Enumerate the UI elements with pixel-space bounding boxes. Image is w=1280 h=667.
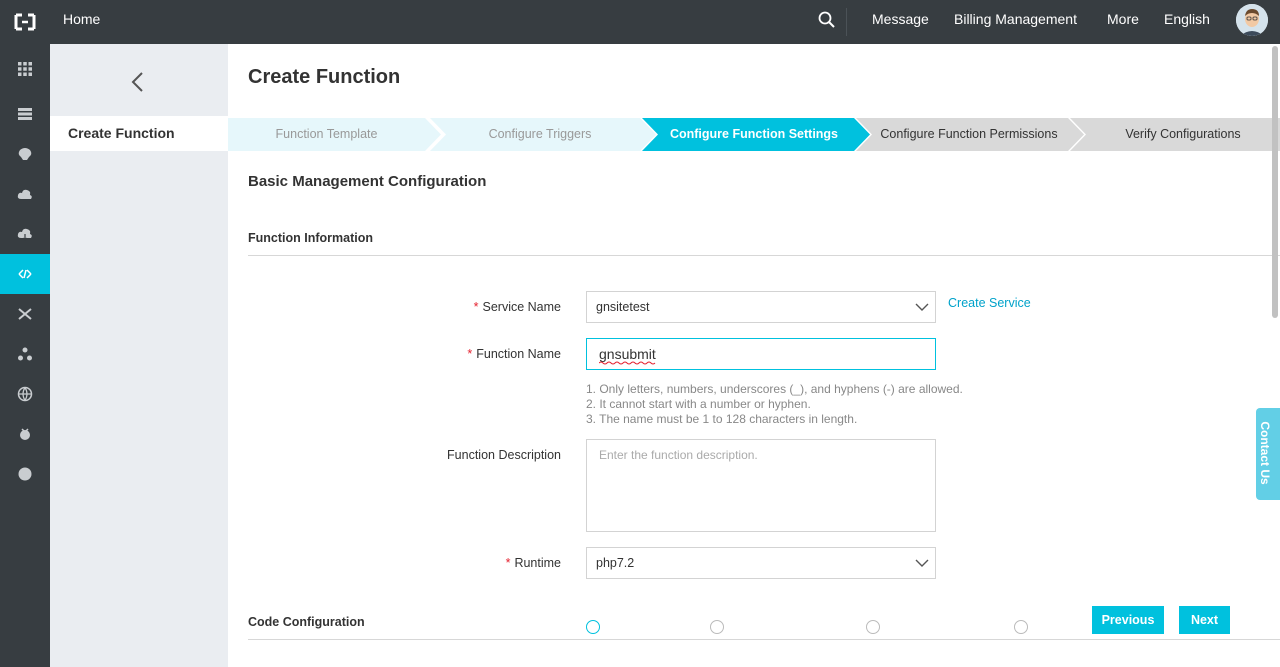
previous-button[interactable]: Previous — [1092, 606, 1164, 634]
step-configure-function-permissions[interactable]: Configure Function Permissions — [864, 118, 1074, 151]
scrollbar-thumb[interactable] — [1272, 46, 1278, 318]
message-link[interactable]: Message — [872, 0, 929, 38]
function-description-textarea[interactable]: Enter the function description. — [586, 439, 936, 532]
secondary-sidebar: Create Function — [50, 44, 228, 667]
shuffle-icon — [18, 308, 32, 320]
circle-icon — [18, 467, 32, 481]
divider — [248, 639, 1280, 640]
search-icon[interactable] — [817, 10, 837, 30]
brain-icon — [18, 148, 32, 160]
function-name-value: gnsubmit — [599, 346, 656, 362]
rail-item-shuffle[interactable] — [0, 294, 50, 334]
function-name-hint-3: 3. The name must be 1 to 128 characters … — [586, 412, 858, 426]
home-link[interactable]: Home — [63, 0, 100, 38]
rail-item-ai[interactable] — [0, 134, 50, 174]
code-configuration-title: Code Configuration — [248, 615, 365, 629]
rail-item-globe[interactable] — [0, 374, 50, 414]
rail-item-server[interactable] — [0, 94, 50, 134]
rail-item-bug[interactable] — [0, 414, 50, 454]
code-source-radio[interactable] — [1014, 620, 1028, 634]
service-name-label: * Service Name — [473, 300, 561, 314]
top-bar: Home Message Billing Management More Eng… — [0, 0, 1280, 44]
contact-us-tab[interactable]: Contact Us — [1256, 408, 1280, 500]
grid-icon — [18, 62, 32, 76]
rail-item-cluster[interactable] — [0, 334, 50, 374]
rail-item-cloud[interactable] — [0, 174, 50, 214]
function-name-label: * Function Name — [467, 347, 561, 361]
server-icon — [18, 108, 32, 120]
rail-item-circle[interactable] — [0, 454, 50, 494]
function-information-title: Function Information — [248, 231, 373, 245]
bug-icon — [20, 428, 30, 440]
function-description-label: Function Description — [447, 448, 561, 462]
language-menu[interactable]: English — [1164, 0, 1210, 38]
rail-item-cloud-storage[interactable] — [0, 214, 50, 254]
cluster-icon — [18, 347, 32, 361]
code-source-radio[interactable] — [710, 620, 724, 634]
function-compute-icon — [18, 269, 32, 279]
avatar[interactable] — [1236, 4, 1268, 36]
billing-management-link[interactable]: Billing Management — [954, 0, 1077, 38]
code-source-radio[interactable] — [866, 620, 880, 634]
function-name-hint-1: 1. Only letters, numbers, underscores (_… — [586, 382, 963, 396]
basic-management-title: Basic Management Configuration — [248, 173, 487, 190]
chevron-down-icon — [915, 303, 929, 311]
cloud-download-icon — [17, 228, 32, 241]
runtime-label: * Runtime — [505, 556, 561, 570]
step-function-template[interactable]: Function Template — [228, 118, 425, 151]
service-name-value: gnsitetest — [596, 300, 650, 314]
contact-us-label: Contact Us — [1258, 421, 1272, 485]
next-button[interactable]: Next — [1179, 606, 1230, 634]
rail-item-function-compute[interactable] — [0, 254, 50, 294]
user-avatar-icon — [1236, 4, 1268, 36]
icon-rail — [0, 44, 50, 667]
spellcheck-underline — [599, 361, 656, 365]
function-name-input[interactable]: gnsubmit — [586, 338, 936, 370]
page-title: Create Function — [248, 66, 401, 88]
back-arrow-icon[interactable] — [128, 70, 148, 94]
step-wizard: Function Template Configure Triggers Con… — [228, 118, 1280, 151]
main-content: Create Function Function Template Config… — [228, 44, 1280, 667]
step-configure-triggers[interactable]: Configure Triggers — [438, 118, 642, 151]
top-separator — [846, 8, 847, 36]
chevron-down-icon — [915, 559, 929, 567]
globe-icon — [17, 386, 33, 402]
runtime-value: php7.2 — [596, 556, 635, 570]
step-verify-configurations[interactable]: Verify Configurations — [1078, 118, 1280, 151]
products-grid-button[interactable] — [0, 49, 50, 89]
cloud-upload-icon — [17, 189, 32, 199]
code-source-radio[interactable] — [586, 620, 600, 634]
more-menu[interactable]: More — [1107, 0, 1139, 38]
service-name-select[interactable]: gnsitetest — [586, 291, 936, 323]
create-service-link[interactable]: Create Service — [948, 296, 1031, 310]
divider — [248, 255, 1280, 256]
function-name-hint-2: 2. It cannot start with a number or hyph… — [586, 397, 811, 411]
aliyun-logo-icon[interactable] — [12, 10, 38, 34]
runtime-select[interactable]: php7.2 — [586, 547, 936, 579]
sidebar-item-create-function[interactable]: Create Function — [50, 116, 228, 151]
step-configure-function-settings[interactable]: Configure Function Settings — [650, 118, 858, 151]
